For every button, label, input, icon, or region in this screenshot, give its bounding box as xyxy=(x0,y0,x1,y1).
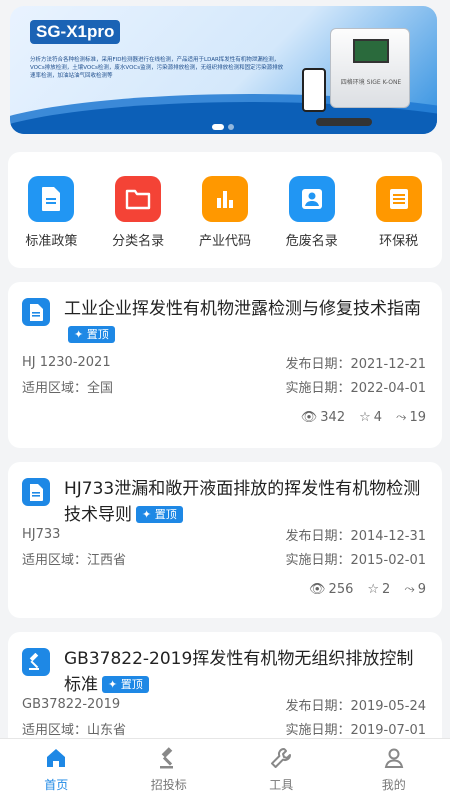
tab-bidding[interactable]: 招投标 xyxy=(113,739,226,800)
standard-code: HJ 1230-2021 xyxy=(22,354,111,370)
standard-card[interactable]: 工业企业挥发性有机物泄露检测与修复技术指南 ✦ 置顶 HJ 1230-2021 发布… xyxy=(8,282,442,448)
standard-card[interactable]: GB37822-2019挥发性有机物无组织排放控制标准 ✦ 置顶 GB37822-… xyxy=(8,632,442,752)
bottom-tab-bar: 首页 招投标 工具 我的 xyxy=(0,738,450,800)
quick-link-standards[interactable]: 标准政策 xyxy=(16,176,86,268)
home-icon xyxy=(45,747,67,773)
card-meta: HJ733 发布日期：2014-12-31 适用区域：江西省 实施日期：2015-0… xyxy=(22,522,426,570)
person-icon xyxy=(288,176,335,222)
share-count-value: 9 xyxy=(417,582,426,597)
favorite-count-value: 4 xyxy=(373,410,383,425)
publish-date: 发布日期：2021-12-21 xyxy=(285,356,426,372)
star-icon: ☆ xyxy=(367,582,380,597)
quick-link-categories[interactable]: 分类名录 xyxy=(103,176,173,268)
wrench-icon xyxy=(270,747,292,773)
share-button[interactable]: ⤳ 19 xyxy=(396,410,426,425)
view-count: 👁 256 xyxy=(309,582,353,597)
pinned-badge-label: 置顶 xyxy=(86,328,109,341)
card-header: GB37822-2019挥发性有机物无组织排放控制标准 ✦ 置顶 xyxy=(22,646,426,698)
tab-label: 我的 xyxy=(381,778,406,792)
effective-date: 实施日期：2022-04-01 xyxy=(285,380,426,396)
tab-tools[interactable]: 工具 xyxy=(225,739,338,800)
publish-date: 发布日期：2019-05-24 xyxy=(285,698,426,714)
favorite-count-value: 2 xyxy=(382,582,391,597)
tax-list-icon xyxy=(375,176,422,222)
banner-description: 分析方法符合各种检测标准，采用FID检测器进行在线检测，产品适用于LDAR挥发性… xyxy=(30,57,284,79)
gavel-icon xyxy=(158,747,180,773)
card-title[interactable]: HJ733泄漏和敞开液面排放的挥发性有机物检测技术导则 ✦ 置顶 xyxy=(64,476,426,528)
quick-link-label: 环保税 xyxy=(379,234,419,249)
user-icon xyxy=(383,747,405,773)
quick-links: 标准政策 分类名录 产业代码 危废名录 环保税 xyxy=(8,152,442,268)
document-icon xyxy=(22,478,50,506)
effective-date: 实施日期：2019-07-01 xyxy=(285,722,426,738)
card-stats: 👁 256 ☆ 2 ⤳ 9 xyxy=(309,582,426,597)
banner-pager xyxy=(212,124,234,130)
share-icon: ⤳ xyxy=(404,582,415,597)
device-label: 四格环境 SIGE K-ONE xyxy=(340,79,402,86)
standard-card[interactable]: HJ733泄漏和敞开液面排放的挥发性有机物检测技术导则 ✦ 置顶 HJ733 发布日… xyxy=(8,462,442,618)
quick-link-label: 标准政策 xyxy=(25,234,78,249)
card-title[interactable]: 工业企业挥发性有机物泄露检测与修复技术指南 ✦ 置顶 xyxy=(64,296,426,348)
device-screen xyxy=(353,39,389,63)
quick-link-industry-codes[interactable]: 产业代码 xyxy=(190,176,260,268)
pager-dot[interactable] xyxy=(228,124,234,130)
quick-link-label: 危废名录 xyxy=(285,234,338,249)
tab-label: 工具 xyxy=(269,778,294,792)
standard-code: HJ733 xyxy=(22,526,61,542)
document-icon xyxy=(28,176,75,222)
share-button[interactable]: ⤳ 9 xyxy=(404,582,426,597)
folder-icon xyxy=(115,176,162,222)
bar-chart-icon xyxy=(201,176,248,222)
tab-home[interactable]: 首页 xyxy=(0,739,113,800)
banner-phone-image xyxy=(302,68,326,112)
banner-device-image: 四格环境 SIGE K-ONE xyxy=(330,28,410,108)
favorite-button[interactable]: ☆ 4 xyxy=(359,410,382,425)
share-count-value: 19 xyxy=(409,410,426,425)
card-header: 工业企业挥发性有机物泄露检测与修复技术指南 ✦ 置顶 xyxy=(22,296,426,348)
pager-dot[interactable] xyxy=(212,124,224,130)
quick-link-hazardous-waste[interactable]: 危废名录 xyxy=(277,176,347,268)
card-meta: HJ 1230-2021 发布日期：2021-12-21 适用区域：全国 实施日期：… xyxy=(22,350,426,398)
favorite-button[interactable]: ☆ 2 xyxy=(367,582,390,597)
tab-label: 招投标 xyxy=(150,778,187,792)
tab-label: 首页 xyxy=(44,778,69,792)
pinned-badge-label: 置顶 xyxy=(154,508,177,521)
quick-link-label: 分类名录 xyxy=(112,234,165,249)
quick-link-env-tax[interactable]: 环保税 xyxy=(364,176,434,268)
view-count: 👁 342 xyxy=(301,410,345,425)
promo-banner[interactable]: SG-X1pro 分析方法符合各种检测标准，采用FID检测器进行在线检测，产品适… xyxy=(10,6,437,134)
applicable-region: 适用区域：江西省 xyxy=(22,552,127,568)
view-count-value: 342 xyxy=(320,410,346,425)
card-title[interactable]: GB37822-2019挥发性有机物无组织排放控制标准 ✦ 置顶 xyxy=(64,646,426,698)
document-icon xyxy=(22,298,50,326)
pinned-badge: ✦ 置顶 xyxy=(68,326,115,343)
effective-date: 实施日期：2015-02-01 xyxy=(285,552,426,568)
applicable-region: 适用区域：全国 xyxy=(22,380,114,396)
eye-icon: 👁 xyxy=(300,410,318,425)
card-title-text: 工业企业挥发性有机物泄露检测与修复技术指南 xyxy=(64,299,421,319)
applicable-region: 适用区域：山东省 xyxy=(22,722,127,738)
pinned-badge-label: 置顶 xyxy=(120,678,143,691)
standard-code: GB37822-2019 xyxy=(22,696,121,712)
card-title-text: HJ733泄漏和敞开液面排放的挥发性有机物检测技术导则 xyxy=(64,479,421,525)
pinned-badge: ✦ 置顶 xyxy=(136,506,183,523)
share-icon: ⤳ xyxy=(396,410,407,425)
card-header: HJ733泄漏和敞开液面排放的挥发性有机物检测技术导则 ✦ 置顶 xyxy=(22,476,426,528)
quick-link-label: 产业代码 xyxy=(198,234,251,249)
gavel-icon xyxy=(22,648,50,676)
banner-brand: SG-X1pro xyxy=(30,20,121,44)
tab-profile[interactable]: 我的 xyxy=(338,739,450,800)
star-icon: ☆ xyxy=(359,410,371,425)
card-stats: 👁 342 ☆ 4 ⤳ 19 xyxy=(301,410,426,425)
card-meta: GB37822-2019 发布日期：2019-05-24 适用区域：山东省 实施日期… xyxy=(22,692,426,740)
banner-probe-image xyxy=(316,118,372,126)
publish-date: 发布日期：2014-12-31 xyxy=(285,528,426,544)
pinned-badge: ✦ 置顶 xyxy=(102,676,149,693)
eye-icon: 👁 xyxy=(309,582,326,597)
view-count-value: 256 xyxy=(328,582,354,597)
